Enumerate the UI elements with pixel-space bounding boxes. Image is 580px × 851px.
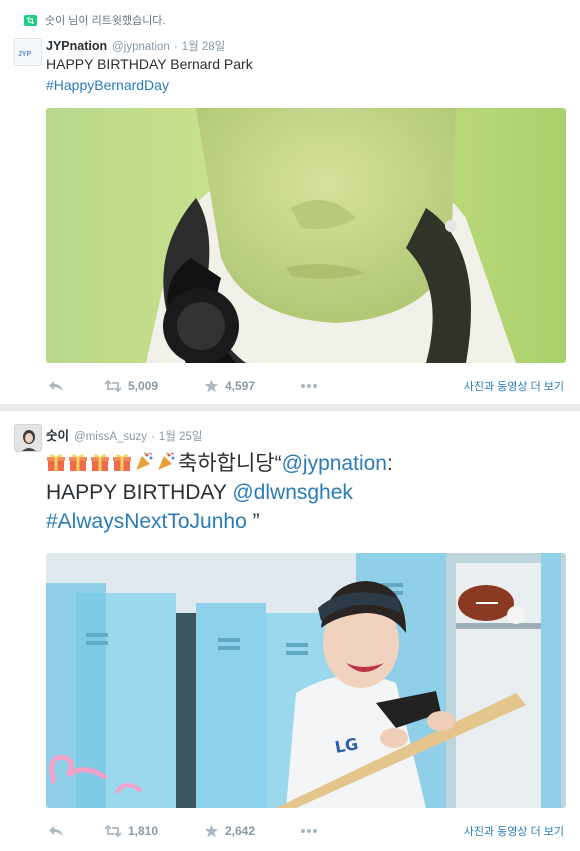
gift-emoji (46, 451, 66, 471)
timestamp[interactable]: 1월 28일 (182, 38, 226, 54)
gift-emoji (112, 451, 132, 471)
mention-link[interactable]: @jypnation (282, 452, 387, 475)
more-button[interactable] (300, 828, 318, 834)
author-name[interactable]: 숫이 (46, 425, 69, 444)
retweet-icon (104, 380, 122, 392)
tweet-text: HAPPY BIRTHDAY Bernard Park #HappyBernar… (46, 54, 253, 96)
tweet-text-prefix: 축하합니당“ (178, 452, 282, 475)
tweet-header: JYPnation @jypnation · 1월 28일 (46, 38, 225, 54)
reply-icon (49, 381, 63, 391)
media-photo[interactable] (46, 108, 566, 363)
author-name[interactable]: JYPnation (46, 39, 107, 53)
svg-text:LG: LG (333, 734, 359, 757)
retweet-count: 5,009 (128, 379, 159, 393)
avatar[interactable]: JYP (14, 38, 42, 66)
retweet-context: 숫이 님이 리트윗했습니다. (24, 12, 166, 28)
colon: : (386, 452, 393, 475)
tweet-actions: 1,810 2,642 사진과 동영상 더 보기 (46, 821, 566, 841)
tweet-2[interactable]: 숫이 @missA_suzy · 1월 25일 축하합니당“@jypnation… (0, 410, 580, 851)
gift-emoji (90, 451, 110, 471)
separator: · (151, 431, 155, 443)
star-icon (204, 824, 219, 838)
retweet-button[interactable]: 5,009 (104, 379, 158, 393)
reply-button[interactable] (48, 380, 64, 392)
retweet-icon (24, 14, 37, 26)
author-handle[interactable]: @missA_suzy (74, 431, 147, 443)
retweet-button[interactable]: 1,810 (104, 824, 158, 838)
view-media-link[interactable]: 사진과 동영상 더 보기 (464, 823, 564, 839)
star-icon (204, 379, 219, 393)
more-icon (301, 384, 317, 388)
closing-quote: ” (246, 510, 260, 533)
tweet-actions: 5,009 4,597 사진과 동영상 더 보기 (46, 376, 566, 396)
mention-link[interactable]: @dlwnsghek (232, 481, 353, 504)
more-button[interactable] (300, 383, 318, 389)
hashtag-link[interactable]: #HappyBernardDay (46, 75, 253, 96)
favorite-button[interactable]: 4,597 (204, 379, 255, 393)
more-icon (301, 829, 317, 833)
favorite-button[interactable]: 2,642 (204, 824, 255, 838)
hashtag-link[interactable]: #AlwaysNextToJunho (46, 510, 247, 533)
timestamp[interactable]: 1월 25일 (159, 428, 203, 444)
author-handle[interactable]: @jypnation (112, 41, 170, 53)
avatar[interactable] (14, 424, 42, 452)
favorite-count: 2,642 (225, 824, 256, 838)
retweet-icon (104, 825, 122, 837)
gift-emoji (68, 451, 88, 471)
tweet-body: HAPPY BIRTHDAY Bernard Park (46, 56, 253, 72)
media-photo[interactable]: LG (46, 553, 566, 808)
separator: · (173, 41, 178, 53)
tweet-text-line2: HAPPY BIRTHDAY (46, 481, 233, 504)
party-popper-emoji (134, 451, 154, 471)
tweet-header: 숫이 @missA_suzy · 1월 25일 (46, 425, 202, 444)
tweet-line-1: 축하합니당“@jypnation: (46, 449, 556, 478)
tweet-text: 축하합니당“@jypnation: HAPPY BIRTHDAY @dlwnsg… (46, 449, 556, 536)
retweet-count: 1,810 (128, 824, 159, 838)
avatar-logo: JYP (18, 51, 32, 58)
tweet-1[interactable]: 숫이 님이 리트윗했습니다. JYP JYPnation @jypnation … (0, 0, 580, 405)
tweet-line-3: #AlwaysNextToJunho ” (46, 507, 556, 536)
tweet-line-2: HAPPY BIRTHDAY @dlwnsghek (46, 478, 556, 507)
party-popper-emoji (156, 451, 176, 471)
view-media-link[interactable]: 사진과 동영상 더 보기 (464, 378, 564, 394)
reply-button[interactable] (48, 825, 64, 837)
favorite-count: 4,597 (225, 379, 256, 393)
reply-icon (49, 826, 63, 836)
retweet-context-text: 숫이 님이 리트윗했습니다. (45, 15, 166, 27)
